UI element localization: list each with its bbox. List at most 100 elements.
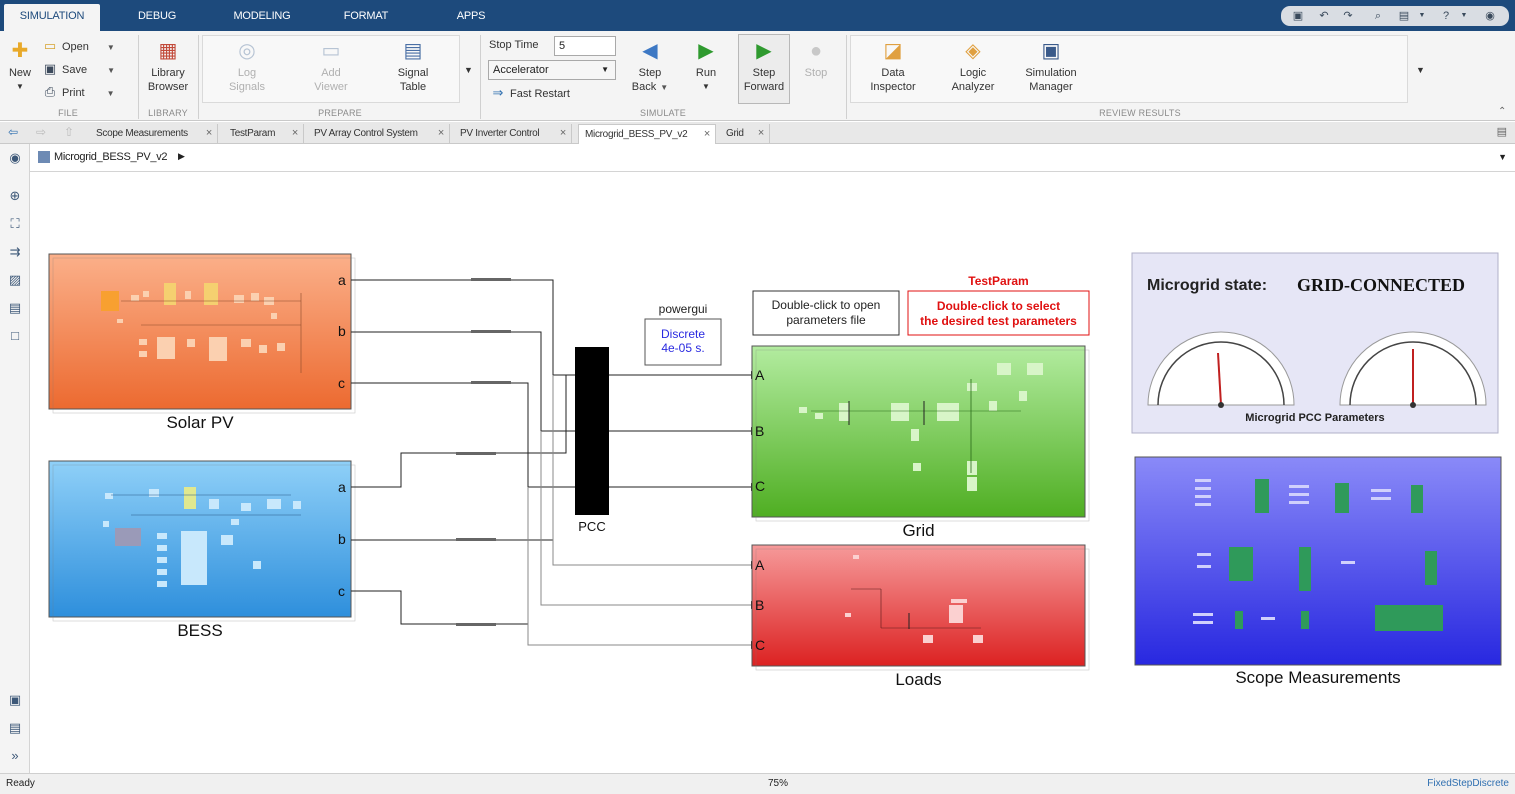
image-icon[interactable]: ▨ — [7, 272, 23, 288]
solar-port-c[interactable]: c — [338, 375, 345, 391]
settings-icon[interactable]: ◉ — [1483, 9, 1497, 23]
tab-scope-measurements[interactable]: Scope Measurements × — [90, 124, 218, 144]
bess-port-a[interactable]: a — [338, 479, 346, 495]
logic-analyzer-button[interactable]: ◈ Logic Analyzer — [946, 39, 1000, 94]
loads-port-a[interactable]: A — [755, 557, 764, 573]
tab-microgrid[interactable]: Microgrid_BESS_PV_v2 × — [578, 124, 716, 144]
solar-pv-block[interactable] — [48, 253, 356, 414]
fit-view-icon[interactable]: ⛶ — [7, 216, 23, 232]
arrows-icon[interactable]: ⇉ — [7, 244, 23, 260]
grid-port-a[interactable]: A — [755, 367, 764, 383]
step-back-button[interactable]: ◀ Step Back ▼ — [630, 39, 670, 95]
grid-block[interactable] — [751, 345, 1090, 522]
chevron-down-icon[interactable]: ▼ — [1415, 9, 1429, 23]
search-icon[interactable]: ⌕ — [1371, 9, 1385, 23]
chevron-down-icon[interactable]: ▼ — [1498, 152, 1507, 162]
close-icon[interactable]: × — [560, 124, 566, 143]
loads-port-c[interactable]: C — [755, 637, 765, 653]
tab-testparam[interactable]: TestParam × — [224, 124, 304, 144]
testparam-text[interactable]: Double-click to select the desired test … — [908, 299, 1089, 329]
viewer-icon: ▭ — [321, 40, 341, 62]
area-icon[interactable]: □ — [7, 328, 23, 344]
tab-simulation[interactable]: SIMULATION — [4, 4, 100, 31]
tab-pv-array-control[interactable]: PV Array Control System × — [308, 124, 450, 144]
printer-icon: ⎙ — [44, 84, 56, 99]
stop-button[interactable]: ● Stop — [798, 39, 834, 80]
breadcrumb[interactable]: Microgrid_BESS_PV_v2 — [54, 151, 168, 163]
tab-apps[interactable]: APPS — [438, 4, 504, 31]
zoom-icon[interactable]: ⊕ — [7, 188, 23, 204]
help-icon[interactable]: ? — [1439, 9, 1453, 23]
microgrid-state-label: Microgrid state: — [1147, 277, 1268, 294]
add-viewer-button[interactable]: ▭ Add Viewer — [306, 39, 356, 94]
step-forward-button[interactable]: ▶ Step Forward — [738, 34, 790, 104]
tab-debug[interactable]: DEBUG — [118, 4, 196, 31]
tab-menu-icon[interactable]: ▤ — [1497, 125, 1507, 138]
pcc-busbar[interactable] — [575, 347, 609, 515]
grid-port-c[interactable]: C — [755, 478, 765, 494]
save-icon[interactable]: ▣ — [1291, 9, 1305, 23]
annotation-icon[interactable]: ▤ — [7, 300, 23, 316]
loads-block[interactable] — [751, 544, 1090, 671]
quick-access-toolbar: ▣ ↶ ↷ ⌕ ▤ ▼ ? ▼ ◉ — [1281, 6, 1509, 26]
loads-port-b[interactable]: B — [755, 597, 764, 613]
step-back-icon: ◀ — [642, 40, 658, 62]
bess-block[interactable] — [48, 460, 356, 622]
powergui-text[interactable]: Discrete 4e-05 s. — [645, 327, 721, 355]
grid-port-b[interactable]: B — [755, 423, 764, 439]
model-browser-icon[interactable]: ▤ — [7, 720, 23, 736]
step-forward-icon: ▶ — [756, 40, 772, 62]
folder-icon: ▭ — [43, 38, 57, 53]
camera-icon[interactable]: ▣ — [7, 692, 23, 708]
tab-grid[interactable]: Grid × — [720, 124, 770, 144]
save-button[interactable]: ▣ Save ▼ — [42, 60, 115, 78]
address-bar: Microgrid_BESS_PV_v2 ▶ ▼ — [30, 146, 1515, 172]
log-signals-button[interactable]: ◎ Log Signals — [224, 39, 270, 94]
solar-port-a[interactable]: a — [338, 272, 346, 288]
new-button[interactable]: ✚ New ▼ — [4, 39, 36, 94]
expand-icon[interactable]: » — [7, 748, 23, 764]
close-icon[interactable]: × — [438, 124, 444, 143]
microgrid-state-value: GRID-CONNECTED — [1297, 275, 1466, 295]
close-icon[interactable]: × — [758, 124, 764, 143]
solar-port-b[interactable]: b — [338, 323, 346, 339]
scope-block[interactable] — [1134, 456, 1502, 666]
undo-icon[interactable]: ↶ — [1317, 9, 1331, 23]
tab-modeling[interactable]: MODELING — [215, 4, 309, 31]
open-button[interactable]: ▭ Open ▼ — [42, 37, 115, 55]
redo-icon[interactable]: ↷ — [1341, 9, 1355, 23]
status-text: Ready — [6, 778, 35, 789]
chevron-right-icon[interactable]: ▶ — [178, 151, 185, 162]
zoom-level[interactable]: 75% — [768, 778, 788, 789]
signal-table-button[interactable]: ▤ Signal Table — [390, 39, 436, 94]
run-button[interactable]: ▶ Run ▼ — [686, 39, 726, 94]
simulation-mode-select[interactable]: Accelerator ▼ — [488, 60, 616, 80]
bess-port-c[interactable]: c — [338, 583, 345, 599]
params-file-text[interactable]: Double-click to open parameters file — [753, 298, 899, 328]
review-expand-button[interactable]: ▼ — [1416, 61, 1425, 79]
stop-time-input[interactable]: 5 — [554, 36, 616, 56]
data-inspector-button[interactable]: ◪ Data Inspector — [866, 39, 920, 94]
collapse-ribbon-icon[interactable]: ⌃ — [1498, 103, 1506, 121]
close-icon[interactable]: × — [704, 125, 710, 144]
forward-arrow-icon[interactable]: ⇨ — [36, 125, 46, 139]
tab-pv-inverter-control[interactable]: PV Inverter Control × — [454, 124, 572, 144]
up-arrow-icon[interactable]: ⇧ — [64, 125, 74, 139]
simulation-manager-button[interactable]: ▣ Simulation Manager — [1018, 39, 1084, 94]
bess-port-b[interactable]: b — [338, 531, 346, 547]
chevron-down-icon: ▼ — [16, 82, 24, 91]
chevron-down-icon[interactable]: ▼ — [1457, 9, 1471, 23]
loads-label: Loads — [895, 670, 942, 689]
close-icon[interactable]: × — [292, 124, 298, 143]
close-icon[interactable]: × — [206, 124, 212, 143]
print-button[interactable]: ⎙ Print ▼ — [42, 83, 115, 101]
model-canvas[interactable]: a b c a b c A B C A B C Solar PV BESS PC… — [31, 173, 1515, 771]
tab-format[interactable]: FORMAT — [328, 4, 404, 31]
library-browser-button[interactable]: ▦ Library Browser — [144, 39, 192, 94]
back-arrow-icon[interactable]: ⇦ — [8, 125, 18, 139]
layout-icon[interactable]: ▤ — [1397, 9, 1411, 23]
hide-explorer-icon[interactable]: ◉ — [7, 150, 23, 166]
prepare-expand-button[interactable]: ▼ — [464, 61, 473, 79]
solver-link[interactable]: FixedStepDiscrete — [1427, 778, 1509, 789]
fast-restart-toggle[interactable]: ⇒ Fast Restart — [490, 84, 570, 102]
